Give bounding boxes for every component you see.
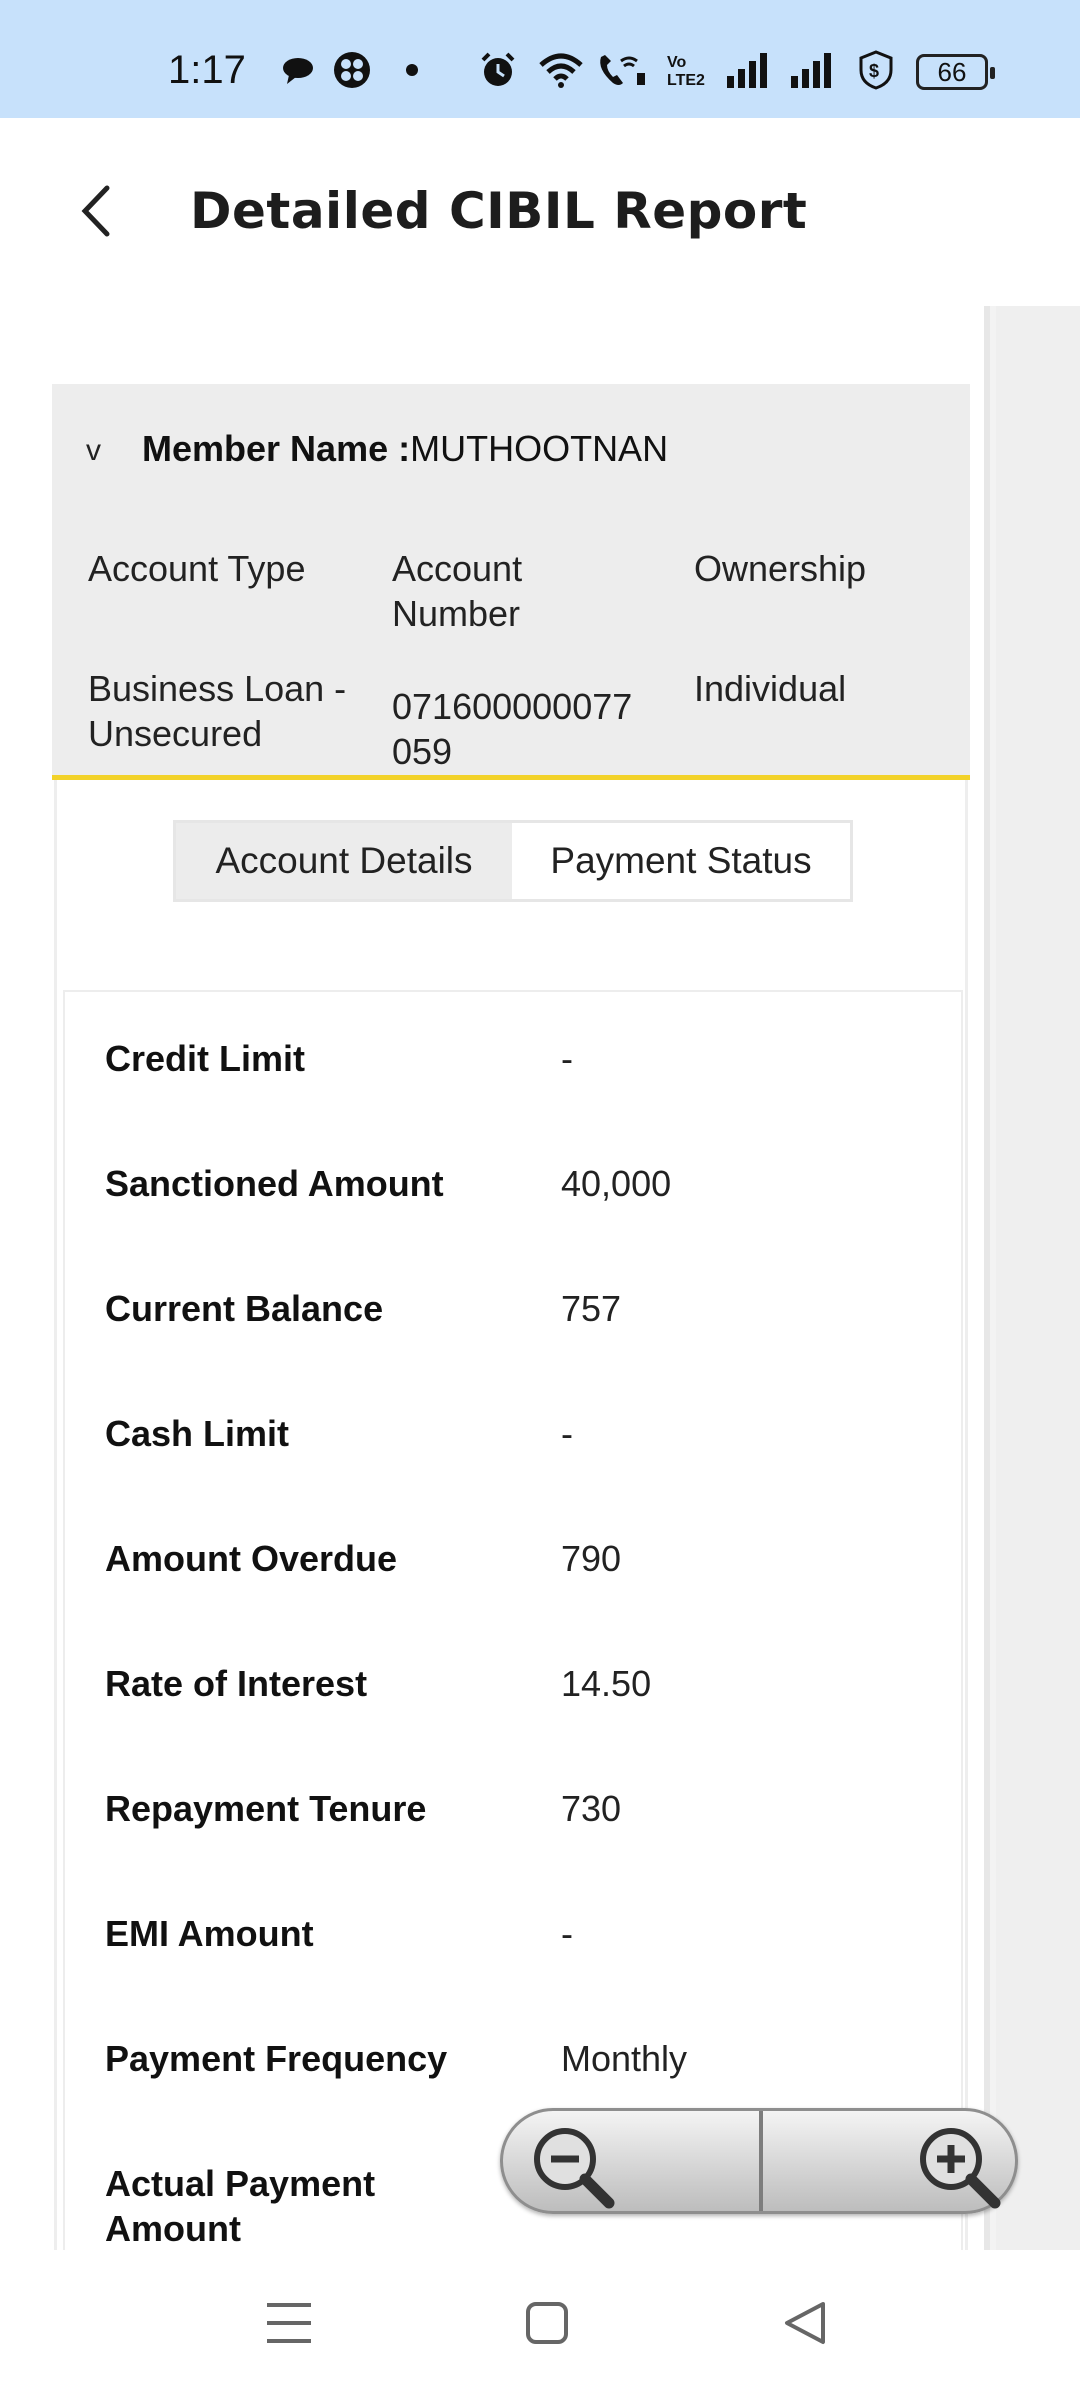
wifi-icon [536,50,586,90]
row-label: Cash Limit [105,1413,290,1454]
signal-icon [724,50,770,90]
row-label: Current Balance [105,1288,384,1329]
report-content[interactable]: v Member Name :MUTHOOTNAN Account Type A… [0,306,1080,2250]
report-page: v Member Name :MUTHOOTNAN Account Type A… [0,306,990,2250]
svg-text:Vo: Vo [667,54,686,71]
row-label: Amount Overdue [105,1538,398,1579]
chat-bubble-icon [280,50,316,90]
system-back-button[interactable] [770,2290,840,2360]
dot-icon [402,50,422,90]
chevron-left-icon [75,184,115,243]
tab-payment-status[interactable]: Payment Status [512,823,850,899]
row-value: 730 [561,1788,622,1829]
svg-text:$: $ [869,61,879,81]
row-label: Actual Payment Amount [105,2163,376,2249]
status-time: 1:17 [168,48,246,92]
row-label: Payment Frequency [105,2038,448,2079]
menu-icon [265,2301,313,2350]
zoom-out-icon [527,2128,617,2215]
row-label: Sanctioned Amount [105,1163,444,1204]
member-card: v Member Name :MUTHOOTNAN Account Type A… [52,384,970,780]
volte-icon: Vo LTE2 [664,50,710,90]
row-label: Rate of Interest [105,1663,368,1704]
row-value: - [561,1413,573,1454]
row-value: 757 [561,1288,622,1329]
table-row: Credit Limit - [65,1008,961,1133]
app-grid-icon [332,50,372,90]
right-gutter [996,306,1080,2250]
wifi-calling-icon [594,50,650,90]
row-label: Credit Limit [105,1038,306,1079]
battery-icon: 66 [916,54,995,90]
table-row: EMI Amount - [65,1883,961,2008]
back-triangle-icon [783,2300,827,2351]
zoom-in-button[interactable] [913,2121,1003,2211]
ownership-header: Ownership [694,548,867,589]
alarm-icon [478,50,518,90]
collapse-toggle[interactable]: v [86,434,101,468]
table-row: Repayment Tenure 730 [65,1758,961,1883]
shield-dollar-icon: $ [856,50,896,90]
signal-icon [788,50,834,90]
row-value: - [561,1038,573,1079]
account-type-header: Account Type [88,548,306,589]
tab-account-details[interactable]: Account Details [176,823,512,899]
table-row: Amount Overdue 790 [65,1508,961,1633]
table-row: Current Balance 757 [65,1258,961,1383]
zoom-in-icon [913,2128,1003,2215]
member-name-label: Member Name : [142,428,411,469]
row-value: 790 [561,1538,622,1579]
table-row: Cash Limit - [65,1383,961,1508]
home-square-icon [525,2301,569,2350]
zoom-divider [759,2111,763,2211]
detail-tabs: Account Details Payment Status [173,820,853,902]
table-row: Sanctioned Amount 40,000 [65,1133,961,1258]
svg-text:LTE2: LTE2 [667,72,705,89]
account-detail-panel: Account Details Payment Status Credit Li… [54,780,968,2250]
row-value: Monthly [561,2038,688,2079]
account-number-header: Account Number [392,548,523,634]
member-name-value: MUTHOOTNAN [410,428,669,469]
page-title: Detailed CIBIL Report [190,182,808,240]
row-label: Repayment Tenure [105,1788,427,1829]
recent-apps-button[interactable] [254,2290,324,2360]
zoom-control [500,2108,1018,2214]
ownership-value: Individual [694,668,847,709]
member-name: Member Name :MUTHOOTNAN [142,428,668,470]
navigation-bar [0,2250,1080,2400]
app-bar: Detailed CIBIL Report [0,118,1080,306]
row-value: 14.50 [561,1663,652,1704]
account-type-value: Business Loan - Unsecured [88,668,347,754]
details-table: Credit Limit - Sanctioned Amount 40,000 … [63,990,963,2250]
row-label: EMI Amount [105,1913,314,1954]
status-bar: 1:17 Vo LTE2 $ 66 [0,0,1080,118]
home-button[interactable] [512,2290,582,2360]
back-button[interactable] [60,178,130,248]
row-value: - [561,1913,573,1954]
row-value: 40,000 [561,1163,672,1204]
zoom-out-button[interactable] [527,2121,617,2211]
table-row: Rate of Interest 14.50 [65,1633,961,1758]
account-number-value: 071600000077059 [392,686,633,772]
